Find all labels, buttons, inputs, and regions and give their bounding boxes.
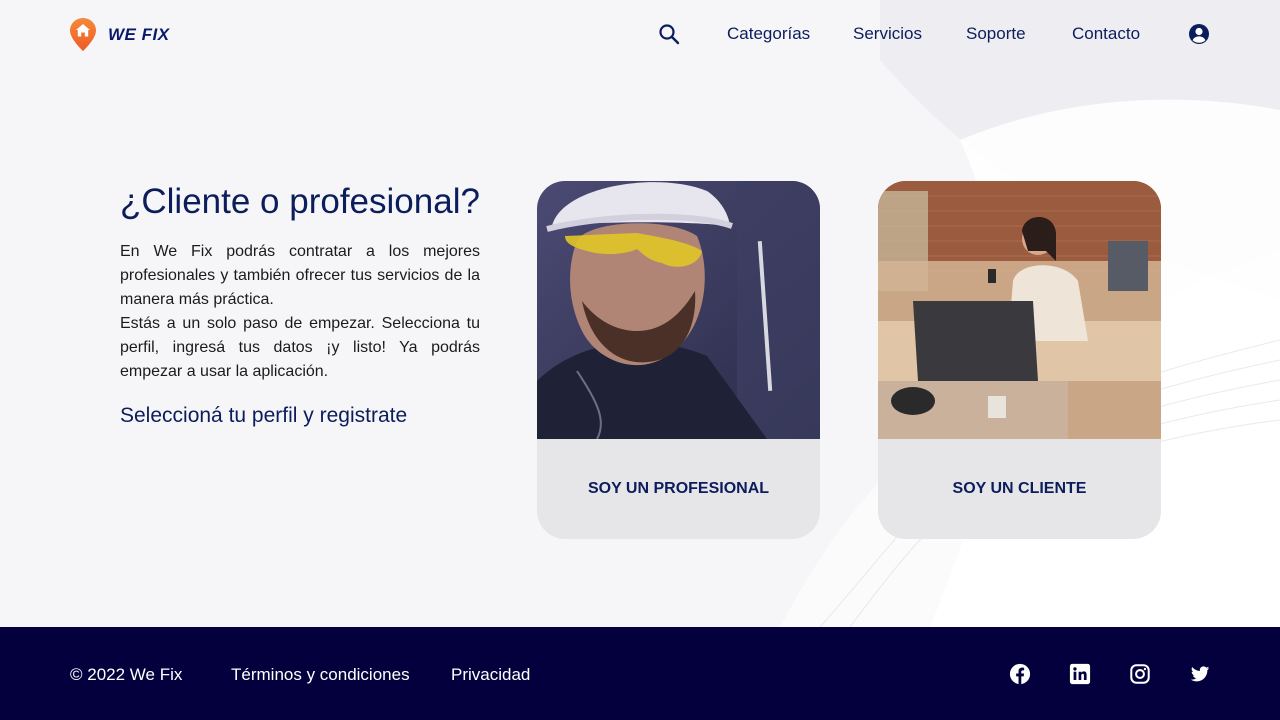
facebook-icon[interactable] (1009, 663, 1031, 685)
nav-link-categorias[interactable]: Categorías (727, 24, 810, 44)
privacy-link[interactable]: Privacidad (451, 665, 530, 685)
select-profile-heading: Seleccioná tu perfil y registrate (120, 404, 408, 427)
user-account-icon[interactable] (1187, 22, 1211, 46)
intro-paragraph-2: Estás a un solo paso de empezar. Selecci… (120, 315, 480, 380)
nav-link-soporte[interactable]: Soporte (966, 24, 1026, 44)
intro-paragraph-1: En We Fix podrás contratar a los mejores… (120, 243, 480, 308)
twitter-icon[interactable] (1189, 663, 1211, 685)
terms-link[interactable]: Términos y condiciones (231, 665, 410, 685)
search-icon[interactable] (657, 22, 681, 46)
professional-card-label: SOY UN PROFESIONAL (587, 480, 770, 497)
copyright-text: © 2022 We Fix (70, 665, 183, 684)
client-photo (878, 181, 1161, 439)
location-house-logo-icon (70, 18, 96, 51)
we-fix-logo[interactable]: WE FIX (70, 18, 170, 51)
instagram-icon[interactable] (1129, 663, 1151, 685)
professional-photo (537, 181, 820, 439)
intro-section: ¿Cliente o profesional? En We Fix podrás… (120, 182, 480, 428)
nav-link-contacto[interactable]: Contacto (1072, 24, 1140, 44)
client-card-label: SOY UN CLIENTE (952, 480, 1087, 497)
page-title: ¿Cliente o profesional? (120, 182, 480, 221)
linkedin-icon[interactable] (1069, 663, 1091, 685)
professional-profile-card[interactable]: SOY UN PROFESIONAL (537, 181, 820, 539)
top-nav-bar: WE FIX Categorías Servicios Soporte Cont… (0, 0, 1280, 70)
client-profile-card[interactable]: SOY UN CLIENTE (878, 181, 1161, 539)
intro-paragraph: En We Fix podrás contratar a los mejores… (120, 240, 480, 384)
logo-text: WE FIX (108, 24, 170, 44)
footer: © 2022 We Fix Términos y condiciones Pri… (0, 627, 1280, 720)
nav-link-servicios[interactable]: Servicios (853, 24, 922, 44)
